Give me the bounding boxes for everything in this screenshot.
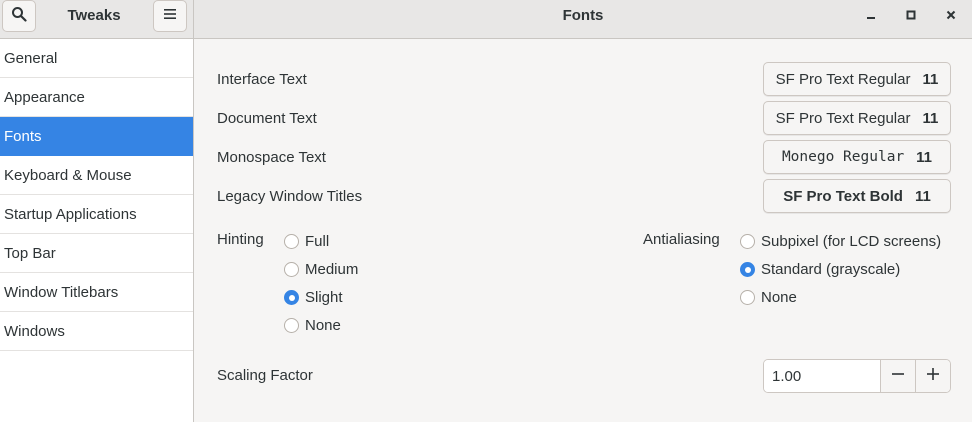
- radio-button[interactable]: [284, 290, 299, 305]
- antialiasing-label: Antialiasing: [643, 231, 720, 248]
- hamburger-menu-icon: [162, 6, 178, 26]
- sidebar-header: Tweaks: [0, 0, 194, 39]
- search-icon: [11, 6, 27, 26]
- hinting-option-slight-label: Slight: [305, 289, 343, 306]
- close-button[interactable]: [939, 4, 963, 28]
- minimize-button[interactable]: [859, 4, 883, 28]
- page-title: Fonts: [562, 7, 604, 24]
- minus-icon: [891, 367, 905, 385]
- interface-text-font-size: 11: [922, 70, 939, 88]
- monospace-text-font-size: 11: [916, 148, 933, 166]
- interface-text-label: Interface Text: [217, 71, 307, 88]
- antialiasing-option-standard-label: Standard (grayscale): [761, 261, 901, 278]
- sidebar-item-general[interactable]: General: [0, 39, 193, 78]
- plus-icon: [926, 367, 940, 385]
- hinting-option-full-label: Full: [305, 233, 330, 250]
- sidebar-item-appearance[interactable]: Appearance: [0, 78, 193, 117]
- hinting-option-slight[interactable]: Slight: [284, 289, 343, 306]
- legacy-window-titles-label: Legacy Window Titles: [217, 188, 363, 205]
- interface-text-font-button[interactable]: SF Pro Text Regular 11: [763, 62, 951, 96]
- radio-button[interactable]: [740, 234, 755, 249]
- monospace-text-font-name: Monego Regular: [781, 149, 905, 165]
- document-text-font-size: 11: [922, 109, 939, 127]
- legacy-window-titles-font-size: 11: [914, 187, 931, 205]
- search-button[interactable]: [2, 0, 36, 32]
- hinting-option-medium-label: Medium: [305, 261, 359, 278]
- menu-button[interactable]: [153, 0, 187, 32]
- scaling-factor-spinbutton[interactable]: [763, 359, 951, 393]
- sidebar-item-startup-applications[interactable]: Startup Applications: [0, 195, 193, 234]
- antialiasing-option-none[interactable]: None: [740, 289, 797, 306]
- hinting-option-full[interactable]: Full: [284, 233, 329, 250]
- antialiasing-option-subpixel[interactable]: Subpixel (for LCD screens): [740, 233, 941, 250]
- antialiasing-option-standard[interactable]: Standard (grayscale): [740, 261, 900, 278]
- fonts-panel: Interface Text SF Pro Text Regular 11 Do…: [194, 39, 972, 422]
- increase-button[interactable]: [915, 360, 950, 392]
- sidebar-item-top-bar[interactable]: Top Bar: [0, 234, 193, 273]
- sidebar: General Appearance Fonts Keyboard & Mous…: [0, 39, 194, 422]
- document-text-label: Document Text: [217, 110, 317, 127]
- minimize-icon: [865, 8, 877, 25]
- radio-button[interactable]: [740, 290, 755, 305]
- radio-button[interactable]: [284, 234, 299, 249]
- hinting-label: Hinting: [217, 231, 264, 248]
- sidebar-item-keyboard-mouse[interactable]: Keyboard & Mouse: [0, 156, 193, 195]
- radio-button[interactable]: [740, 262, 755, 277]
- header-bar: Tweaks Fonts: [0, 0, 972, 39]
- antialiasing-option-none-label: None: [761, 289, 797, 306]
- antialiasing-option-subpixel-label: Subpixel (for LCD screens): [761, 233, 942, 250]
- hinting-option-medium[interactable]: Medium: [284, 261, 358, 278]
- monospace-text-font-button[interactable]: Monego Regular 11: [763, 140, 951, 174]
- legacy-window-titles-font-button[interactable]: SF Pro Text Bold 11: [763, 179, 951, 213]
- maximize-icon: [905, 8, 917, 25]
- sidebar-item-windows[interactable]: Windows: [0, 312, 193, 351]
- radio-button[interactable]: [284, 262, 299, 277]
- sidebar-item-fonts[interactable]: Fonts: [0, 117, 193, 156]
- close-icon: [945, 8, 957, 25]
- scaling-factor-label: Scaling Factor: [217, 367, 313, 384]
- legacy-window-titles-font-name: SF Pro Text Bold: [783, 187, 903, 205]
- maximize-button[interactable]: [899, 4, 923, 28]
- document-text-font-name: SF Pro Text Regular: [775, 109, 911, 127]
- interface-text-font-name: SF Pro Text Regular: [775, 70, 911, 88]
- decrease-button[interactable]: [880, 360, 915, 392]
- radio-button[interactable]: [284, 318, 299, 333]
- hinting-option-none-label: None: [305, 317, 341, 334]
- hinting-option-none[interactable]: None: [284, 317, 341, 334]
- sidebar-title: Tweaks: [67, 7, 121, 24]
- sidebar-item-window-titlebars[interactable]: Window Titlebars: [0, 273, 193, 312]
- monospace-text-label: Monospace Text: [217, 149, 326, 166]
- scaling-factor-input[interactable]: [764, 360, 880, 392]
- document-text-font-button[interactable]: SF Pro Text Regular 11: [763, 101, 951, 135]
